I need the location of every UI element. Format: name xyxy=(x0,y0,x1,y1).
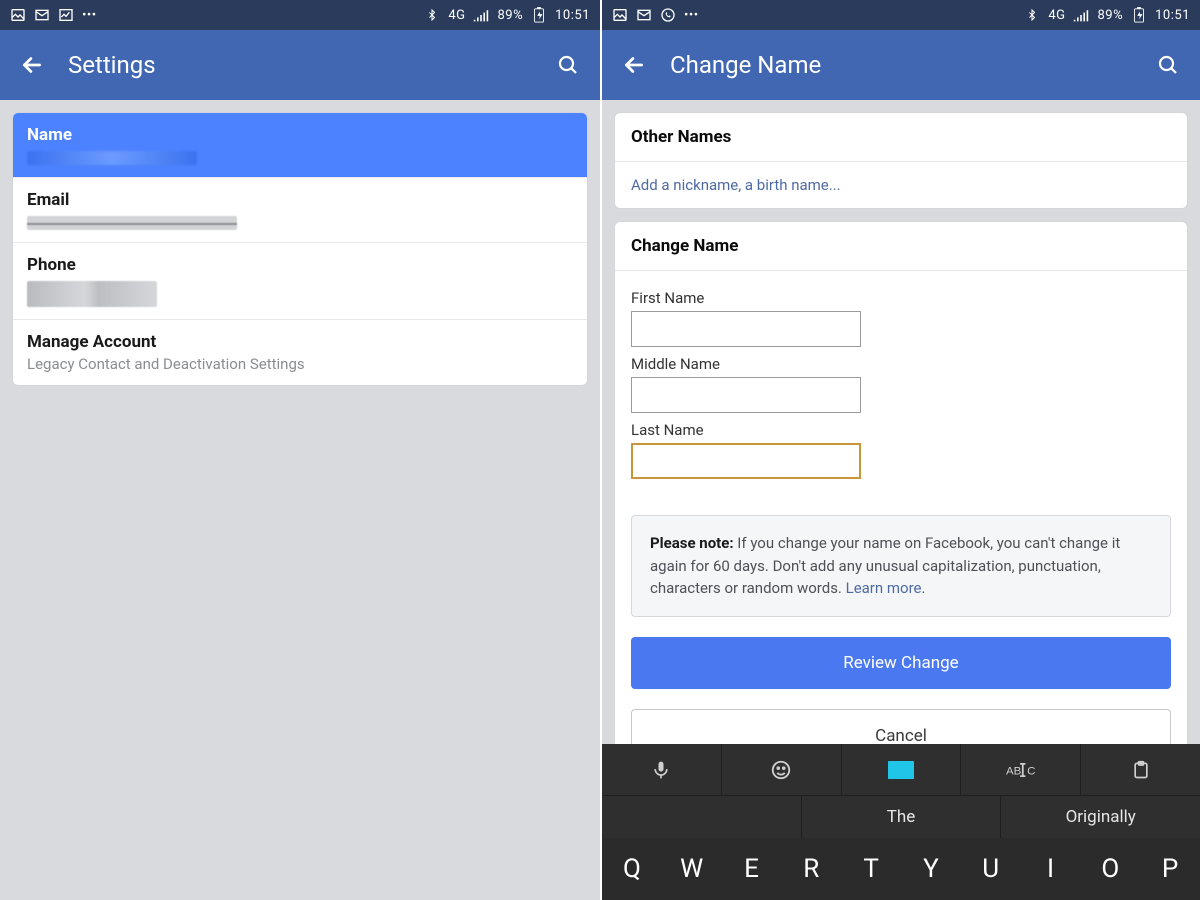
keyboard-suggestions: The Originally xyxy=(602,796,1200,838)
battery-charging-icon xyxy=(531,7,547,23)
phone-settings: ••• 4G 89% 10:51 Settings xyxy=(0,0,600,900)
battery-label: 89% xyxy=(497,8,523,23)
redacted-value xyxy=(27,151,197,165)
settings-row-phone[interactable]: Phone xyxy=(13,243,587,320)
other-names-header: Other Names xyxy=(615,113,1187,162)
add-nickname-link[interactable]: Add a nickname, a birth name... xyxy=(615,162,1187,208)
app-bar: Settings xyxy=(0,30,600,100)
key-q[interactable]: Q xyxy=(602,838,662,900)
mail-icon xyxy=(636,7,652,23)
suggestion[interactable]: The xyxy=(802,796,1002,838)
keyboard-type-icon[interactable] xyxy=(842,744,962,795)
key-t[interactable]: T xyxy=(841,838,901,900)
redacted-value xyxy=(27,216,237,230)
redacted-value xyxy=(27,281,157,307)
image-icon xyxy=(10,7,26,23)
cancel-button[interactable]: Cancel xyxy=(631,709,1171,745)
whatsapp-icon xyxy=(660,7,676,23)
status-bar: ••• 4G 89% 10:51 xyxy=(0,0,600,30)
key-u[interactable]: U xyxy=(961,838,1021,900)
name-form: First Name Middle Name Last Name xyxy=(615,271,1187,497)
settings-row-email[interactable]: Email xyxy=(13,178,587,243)
battery-charging-icon xyxy=(1131,7,1147,23)
key-e[interactable]: E xyxy=(722,838,782,900)
page-title: Settings xyxy=(68,51,532,79)
image-icon xyxy=(612,7,628,23)
first-name-label: First Name xyxy=(631,289,1171,307)
status-bar: ••• 4G 89% 10:51 xyxy=(602,0,1200,30)
key-w[interactable]: W xyxy=(662,838,722,900)
svg-text:AB: AB xyxy=(1006,765,1022,777)
mail-icon xyxy=(34,7,50,23)
key-i[interactable]: I xyxy=(1021,838,1081,900)
signal-icon xyxy=(1073,7,1089,23)
bluetooth-icon xyxy=(424,7,440,23)
middle-name-input[interactable] xyxy=(631,377,861,413)
name-change-note: Please note: If you change your name on … xyxy=(631,515,1171,617)
last-name-label: Last Name xyxy=(631,421,1171,439)
row-label: Manage Account xyxy=(27,332,573,352)
last-name-input[interactable] xyxy=(631,443,861,479)
svg-text:C: C xyxy=(1027,765,1035,777)
soft-keyboard: AB C The Originally Q W E R T Y U I O P xyxy=(602,744,1200,900)
battery-label: 89% xyxy=(1097,8,1123,23)
bluetooth-icon xyxy=(1024,7,1040,23)
middle-name-label: Middle Name xyxy=(631,355,1171,373)
change-name-header: Change Name xyxy=(615,222,1187,271)
settings-list: Name Email Phone Manage Account Legacy C… xyxy=(0,100,600,900)
other-names-card: Other Names Add a nickname, a birth name… xyxy=(614,112,1188,209)
first-name-input[interactable] xyxy=(631,311,861,347)
signal-icon xyxy=(473,7,489,23)
learn-more-link[interactable]: Learn more xyxy=(846,579,922,597)
chart-icon xyxy=(58,7,74,23)
change-name-content: Other Names Add a nickname, a birth name… xyxy=(602,100,1200,744)
settings-card: Name Email Phone Manage Account Legacy C… xyxy=(12,112,588,386)
more-icon: ••• xyxy=(684,8,699,23)
key-y[interactable]: Y xyxy=(901,838,961,900)
key-o[interactable]: O xyxy=(1080,838,1140,900)
settings-row-manage-account[interactable]: Manage Account Legacy Contact and Deacti… xyxy=(13,320,587,385)
network-label: 4G xyxy=(1048,8,1065,23)
row-label: Phone xyxy=(27,255,573,275)
network-label: 4G xyxy=(448,8,465,23)
page-title: Change Name xyxy=(670,51,1132,79)
text-correct-icon[interactable]: AB C xyxy=(961,744,1081,795)
keyboard-toolbar: AB C xyxy=(602,744,1200,796)
keyboard-row: Q W E R T Y U I O P xyxy=(602,838,1200,900)
row-sublabel: Legacy Contact and Deactivation Settings xyxy=(27,355,573,373)
search-icon[interactable] xyxy=(554,51,582,79)
clock-label: 10:51 xyxy=(555,8,590,23)
mic-icon[interactable] xyxy=(602,744,722,795)
suggestion[interactable] xyxy=(602,796,802,838)
change-name-card: Change Name First Name Middle Name Last … xyxy=(614,221,1188,744)
settings-row-name[interactable]: Name xyxy=(13,113,587,178)
emoji-icon[interactable] xyxy=(722,744,842,795)
key-p[interactable]: P xyxy=(1140,838,1200,900)
row-label: Email xyxy=(27,190,573,210)
search-icon[interactable] xyxy=(1154,51,1182,79)
clipboard-icon[interactable] xyxy=(1081,744,1200,795)
row-label: Name xyxy=(27,125,573,145)
clock-label: 10:51 xyxy=(1155,8,1190,23)
note-prefix: Please note: xyxy=(650,534,734,552)
back-icon[interactable] xyxy=(18,51,46,79)
app-bar: Change Name xyxy=(602,30,1200,100)
key-r[interactable]: R xyxy=(781,838,841,900)
phone-change-name: ••• 4G 89% 10:51 Change Name xyxy=(600,0,1200,900)
more-icon: ••• xyxy=(82,8,97,23)
back-icon[interactable] xyxy=(620,51,648,79)
suggestion[interactable]: Originally xyxy=(1001,796,1200,838)
review-change-button[interactable]: Review Change xyxy=(631,637,1171,689)
